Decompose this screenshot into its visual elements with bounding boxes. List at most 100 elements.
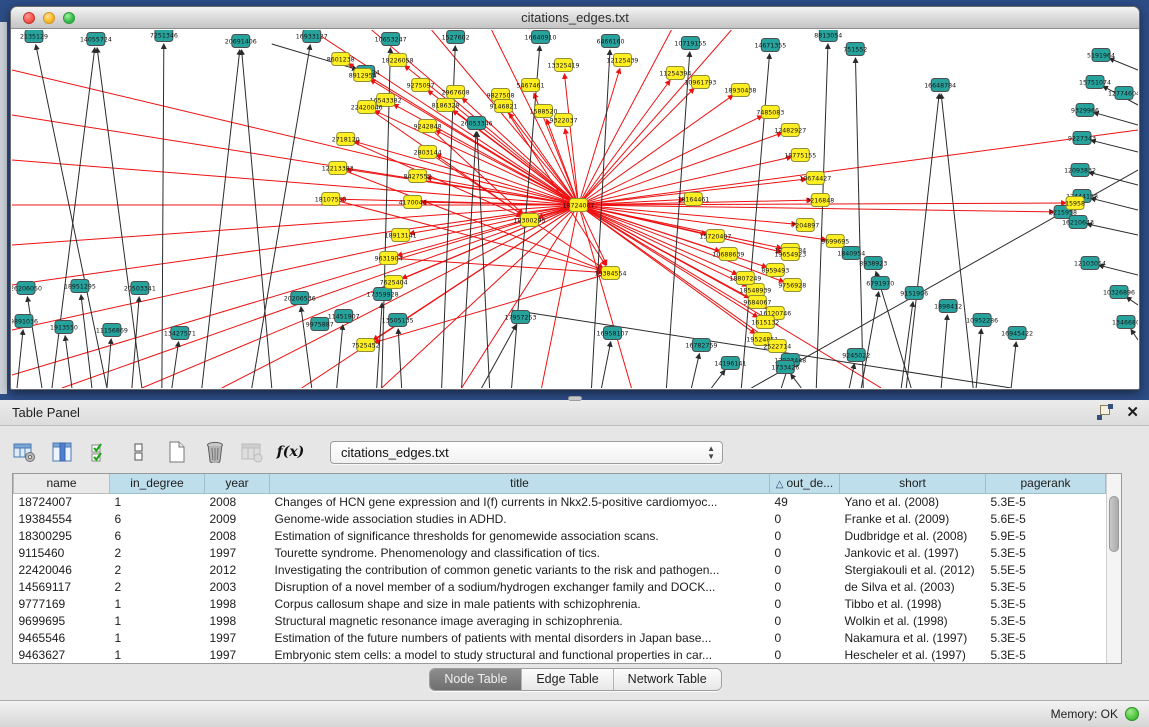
network-node[interactable]: 14671355	[754, 39, 786, 52]
network-node[interactable]: 9329966	[1071, 104, 1099, 117]
network-node[interactable]: 8601238	[327, 53, 355, 66]
network-node[interactable]: 8813054	[814, 30, 842, 42]
network-node[interactable]: 9322037	[550, 114, 578, 127]
tab-node-table[interactable]: Node Table	[430, 669, 522, 690]
table-row[interactable]: 969969511998Structural magnetic resonanc…	[14, 612, 1106, 629]
network-node[interactable]: 8938923	[859, 257, 887, 270]
network-node[interactable]: 16640910	[525, 31, 557, 44]
network-node[interactable]: 16782759	[685, 339, 717, 352]
network-node[interactable]: 1913550	[50, 321, 78, 334]
network-node[interactable]: 12093832	[1064, 164, 1096, 177]
network-node[interactable]: 15958	[1065, 197, 1085, 210]
column-header-out-de[interactable]: △out_de...	[770, 474, 840, 493]
row-height-icon[interactable]	[126, 440, 151, 464]
table-cell[interactable]: 5.3E-5	[986, 578, 1106, 595]
table-cell[interactable]: 9699695	[14, 612, 110, 629]
table-cell[interactable]: 9465546	[14, 629, 110, 646]
table-row[interactable]: 2242004622012Investigating the contribut…	[14, 561, 1106, 578]
network-node[interactable]: 10719155	[674, 37, 706, 50]
network-node[interactable]: 6466160	[596, 35, 624, 48]
table-row[interactable]: 911546021997Tourette syndrome. Phenomeno…	[14, 544, 1106, 561]
network-node[interactable]: 11254394	[659, 67, 691, 80]
column-header-in-degree[interactable]: in_degree	[110, 474, 205, 493]
table-cell[interactable]: 9115460	[14, 544, 110, 561]
network-node[interactable]: 10952286	[966, 314, 998, 327]
table-cell[interactable]: 2012	[205, 561, 270, 578]
table-cell[interactable]: 2003	[205, 578, 270, 595]
network-node[interactable]: 7525452	[352, 339, 380, 352]
network-node[interactable]: 18775155	[784, 149, 816, 162]
network-node[interactable]: 4170046	[399, 196, 427, 209]
network-node[interactable]: 18164461	[677, 193, 709, 206]
table-cell[interactable]: 14569117	[14, 578, 110, 595]
network-node[interactable]: 1527602	[442, 31, 470, 44]
table-cell[interactable]: 0	[770, 595, 840, 612]
table-cell[interactable]: 0	[770, 646, 840, 663]
table-cell[interactable]: 5.3E-5	[986, 646, 1106, 663]
scrollbar-thumb[interactable]	[1109, 496, 1119, 552]
table-cell[interactable]: 18300295	[14, 527, 110, 544]
network-node[interactable]: 9631904	[375, 252, 403, 265]
network-node[interactable]: 26206050	[12, 282, 42, 295]
table-cell[interactable]: Franke et al. (2009)	[840, 510, 986, 527]
table-cell[interactable]: 1997	[205, 544, 270, 561]
network-node[interactable]: 751552	[843, 43, 867, 56]
network-node[interactable]: 15751074	[1079, 76, 1111, 89]
network-node[interactable]: 18107553	[315, 193, 347, 206]
table-cell[interactable]: 2	[110, 561, 205, 578]
network-node[interactable]: 7251346	[150, 30, 178, 42]
table-cell[interactable]: 6	[110, 510, 205, 527]
table-cell[interactable]: 5.3E-5	[986, 612, 1106, 629]
table-cell[interactable]: 5.3E-5	[986, 595, 1106, 612]
table-cell[interactable]: 5.3E-5	[986, 544, 1106, 561]
close-panel-icon[interactable]: ✕	[1126, 404, 1139, 421]
network-node[interactable]: 12125439	[606, 54, 638, 67]
network-node[interactable]: 5191964	[1087, 49, 1115, 62]
network-node[interactable]: 9151906	[900, 287, 928, 300]
table-cell[interactable]: 5.9E-5	[986, 527, 1106, 544]
network-node[interactable]: 10674427	[799, 172, 831, 185]
table-row[interactable]: 1938455462009Genome-wide association stu…	[14, 510, 1106, 527]
column-header-title[interactable]: title	[270, 474, 770, 493]
table-cell[interactable]: 0	[770, 629, 840, 646]
table-cell[interactable]: Nakamura et al. (1997)	[840, 629, 986, 646]
network-node[interactable]: 12482927	[774, 124, 806, 137]
table-cell[interactable]: 2008	[205, 527, 270, 544]
network-node[interactable]: 16648784	[924, 79, 956, 92]
network-node[interactable]: 12103054	[1074, 257, 1106, 270]
table-cell[interactable]: Yano et al. (2008)	[840, 493, 986, 510]
table-cell[interactable]: Dudbridge et al. (2008)	[840, 527, 986, 544]
table-cell[interactable]: 1	[110, 595, 205, 612]
network-node[interactable]: 14055724	[80, 33, 112, 46]
network-node[interactable]: 13325419	[548, 59, 580, 72]
function-builder-icon[interactable]: f(x)	[278, 440, 303, 464]
table-cell[interactable]: 1998	[205, 612, 270, 629]
table-cell[interactable]: Estimation of the future numbers of pati…	[270, 629, 770, 646]
table-cell[interactable]: 0	[770, 578, 840, 595]
network-node[interactable]: 9227343	[1068, 132, 1096, 145]
table-cell[interactable]: Structural magnetic resonance image aver…	[270, 612, 770, 629]
table-row[interactable]: 946554611997Estimation of the future num…	[14, 629, 1106, 646]
table-cell[interactable]: Tibbo et al. (1998)	[840, 595, 986, 612]
network-node[interactable]: 9275097	[407, 79, 435, 92]
network-window[interactable]: citations_edges.txt 21351291405572472513…	[10, 6, 1140, 390]
table-cell[interactable]: de Silva et al. (2003)	[840, 578, 986, 595]
table-cell[interactable]: 2009	[205, 510, 270, 527]
table-cell[interactable]: 5.3E-5	[986, 493, 1106, 510]
network-node[interactable]: 1346680	[1112, 316, 1138, 329]
network-canvas[interactable]: 2135129140557247251346206914061693312710…	[12, 30, 1138, 388]
table-cell[interactable]: 2008	[205, 493, 270, 510]
column-header-short[interactable]: short	[840, 474, 986, 493]
table-cell[interactable]: 5.5E-5	[986, 561, 1106, 578]
table-cell[interactable]: 49	[770, 493, 840, 510]
column-header-year[interactable]: year	[205, 474, 270, 493]
network-node[interactable]: 2967608	[442, 86, 470, 99]
minimize-window-icon[interactable]	[43, 12, 55, 24]
network-node[interactable]: 13505135	[382, 314, 414, 327]
select-columns-icon[interactable]	[88, 440, 113, 464]
table-cell[interactable]: 0	[770, 527, 840, 544]
table-cell[interactable]: 2	[110, 578, 205, 595]
column-header-name[interactable]: name	[14, 474, 110, 493]
table-cell[interactable]: 5.6E-5	[986, 510, 1106, 527]
network-node[interactable]: 2135129	[20, 30, 48, 43]
